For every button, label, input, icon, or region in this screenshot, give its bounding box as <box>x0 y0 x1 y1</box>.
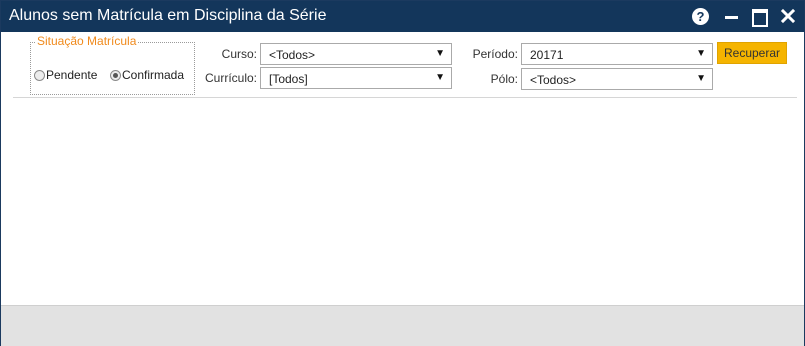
chevron-down-icon: ▼ <box>696 48 706 59</box>
report-window: Alunos sem Matrícula em Disciplina da Sé… <box>0 0 805 346</box>
minimize-icon[interactable] <box>723 7 741 25</box>
periodo-select[interactable]: 20171 ▼ <box>521 43 713 65</box>
radio-confirmada-label: Confirmada <box>122 68 185 82</box>
title-bar: Alunos sem Matrícula em Disciplina da Sé… <box>1 1 804 32</box>
radio-confirmada[interactable]: Confirmada <box>110 68 184 82</box>
footer-bar <box>1 305 804 346</box>
chevron-down-icon: ▼ <box>435 72 445 83</box>
maximize-icon[interactable] <box>751 7 769 27</box>
close-icon[interactable] <box>779 6 797 24</box>
polo-label: Pólo: <box>490 72 518 86</box>
radio-pendente[interactable]: Pendente <box>34 68 97 82</box>
window-title: Alunos sem Matrícula em Disciplina da Sé… <box>9 7 327 24</box>
chevron-down-icon: ▼ <box>696 73 706 84</box>
polo-select[interactable]: <Todos> ▼ <box>521 68 713 90</box>
situacao-matricula-legend: Situação Matrícula <box>35 34 139 48</box>
periodo-value: 20171 <box>530 48 564 62</box>
curso-select[interactable]: <Todos> ▼ <box>260 43 452 65</box>
radio-confirmada-indicator[interactable] <box>110 69 121 81</box>
divider <box>13 97 797 98</box>
periodo-label: Período: <box>472 47 518 61</box>
polo-value: <Todos> <box>530 73 577 87</box>
curriculo-label: Currículo: <box>204 71 257 85</box>
recuperar-button[interactable]: Recuperar <box>717 42 787 64</box>
radio-pendente-label: Pendente <box>46 68 98 82</box>
curriculo-select[interactable]: [Todos] ▼ <box>260 67 452 89</box>
chevron-down-icon: ▼ <box>435 48 445 59</box>
situacao-matricula-group: Situação Matrícula Pendente Confirmada <box>30 34 195 95</box>
help-icon[interactable]: ? <box>692 8 709 25</box>
curso-value: <Todos> <box>269 48 316 62</box>
radio-pendente-indicator[interactable] <box>34 69 45 81</box>
curso-label: Curso: <box>221 47 257 61</box>
curriculo-value: [Todos] <box>269 72 308 86</box>
results-area <box>1 99 804 305</box>
